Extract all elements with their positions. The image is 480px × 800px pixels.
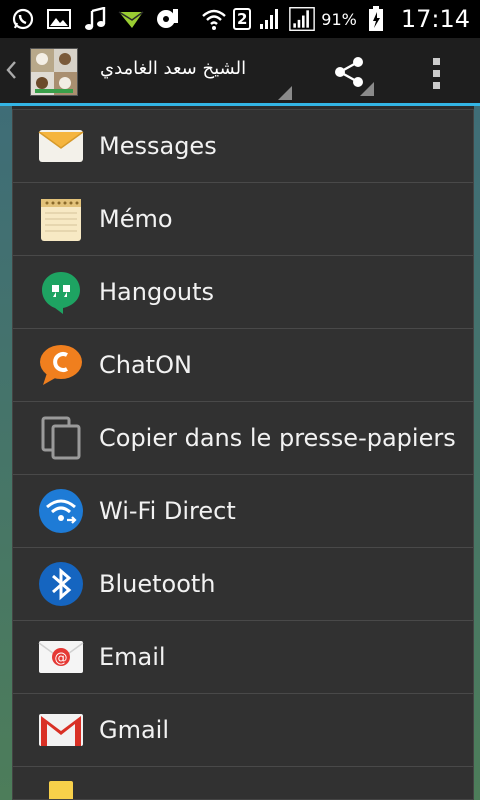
disc-icon: [154, 6, 180, 32]
share-item-label: ChatON: [99, 351, 192, 379]
status-system: 2 91% 17:14: [201, 5, 480, 33]
back-chevron-icon[interactable]: [4, 58, 18, 82]
sim-2-icon: 2: [233, 8, 252, 30]
share-item-gmail[interactable]: Gmail: [13, 694, 473, 767]
app-title: الشيخ سعد الغامدي: [100, 58, 247, 79]
share-item-email[interactable]: @ Email: [13, 621, 473, 694]
send-icon: [118, 6, 144, 32]
overflow-menu-button[interactable]: [420, 52, 454, 96]
share-item-label: Wi-Fi Direct: [99, 497, 236, 525]
overflow-dots-icon: [433, 58, 440, 89]
chaton-icon: [40, 345, 82, 385]
copy-clipboard-icon: [41, 416, 81, 460]
share-item-label: Mémo: [99, 205, 173, 233]
share-item-partial[interactable]: [13, 767, 473, 799]
share-item-label: Hangouts: [99, 278, 215, 306]
clock: 17:14: [400, 5, 470, 33]
status-notifications: [0, 6, 180, 32]
messages-icon: [38, 130, 84, 162]
share-item-chaton[interactable]: ChatON: [13, 329, 473, 402]
gallery-icon: [46, 6, 72, 32]
email-icon: @: [38, 641, 84, 673]
share-item-bluetooth[interactable]: Bluetooth: [13, 548, 473, 621]
signal-icon: [257, 6, 283, 32]
music-note-icon: [82, 6, 108, 32]
battery-icon: [363, 6, 389, 32]
share-item-label: Bluetooth: [99, 570, 216, 598]
share-item-hangouts[interactable]: Hangouts: [13, 256, 473, 329]
svg-text:@: @: [55, 651, 68, 666]
share-button[interactable]: [330, 52, 374, 96]
share-item-label: Gmail: [99, 716, 170, 744]
partial-app-icon: [49, 781, 73, 799]
share-menu: Messages Mémo Hangouts ChatON Copier dan…: [12, 109, 474, 800]
spinner-corner-icon: [278, 86, 292, 100]
wifi-icon: [201, 6, 227, 32]
share-item-wifi-direct[interactable]: Wi-Fi Direct: [13, 475, 473, 548]
action-bar: الشيخ سعد الغامدي: [0, 38, 480, 106]
status-bar: 2 91% 17:14: [0, 0, 480, 38]
share-item-label: Email: [99, 643, 166, 671]
share-item-messages[interactable]: Messages: [13, 110, 473, 183]
share-item-memo[interactable]: Mémo: [13, 183, 473, 256]
hangouts-icon: [42, 272, 80, 314]
share-item-copy-clipboard[interactable]: Copier dans le presse-papiers: [13, 402, 473, 475]
battery-percent: 91%: [321, 9, 357, 29]
share-item-label: Messages: [99, 132, 217, 160]
background-edge-left: [0, 106, 12, 800]
bluetooth-icon: [39, 562, 83, 606]
background-edge-right: [474, 106, 480, 800]
avatar-image: [31, 49, 77, 95]
share-item-label: Copier dans le presse-papiers: [99, 424, 456, 452]
app-avatar[interactable]: [30, 48, 78, 96]
whatsapp-icon: [10, 6, 36, 32]
signal-full-icon: [289, 6, 316, 32]
wifi-direct-icon: [39, 489, 83, 533]
gmail-icon: [39, 714, 83, 746]
share-icon: [335, 57, 374, 96]
memo-icon: [41, 199, 81, 241]
